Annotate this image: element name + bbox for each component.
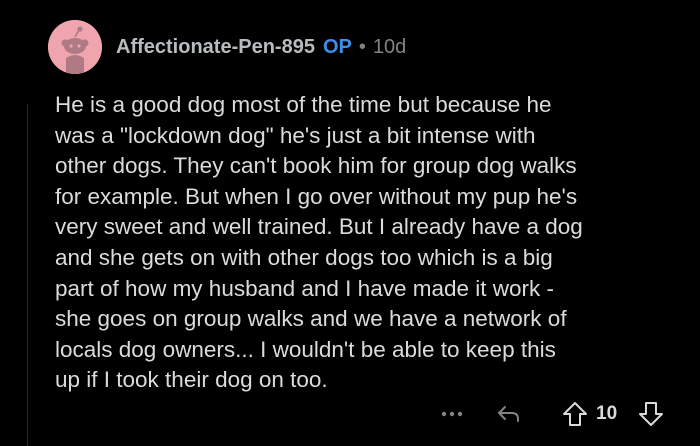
reply-icon[interactable] [491, 396, 527, 432]
comment-age: 10d [372, 36, 407, 58]
more-options-icon[interactable] [432, 396, 472, 432]
comment-meta: Affectionate-Pen-895 OP • 10d [116, 35, 406, 59]
snoo-graphic [48, 20, 102, 74]
comment-body: He is a good dog most of the time but be… [55, 92, 583, 393]
meta-separator: • [358, 36, 366, 58]
downvote-arrow-icon[interactable] [634, 396, 668, 432]
comment-actions: 10 [0, 396, 700, 432]
author-name[interactable]: Affectionate-Pen-895 [116, 35, 315, 59]
vote-score: 10 [596, 403, 618, 424]
thread-line[interactable] [27, 104, 28, 446]
comment-card: Affectionate-Pen-895 OP • 10d He is a go… [0, 0, 700, 446]
op-badge: OP [322, 36, 352, 58]
upvote-arrow-icon[interactable] [558, 396, 592, 432]
comment-header: Affectionate-Pen-895 OP • 10d [48, 20, 406, 74]
reddit-snoo-avatar-icon[interactable] [48, 20, 102, 74]
